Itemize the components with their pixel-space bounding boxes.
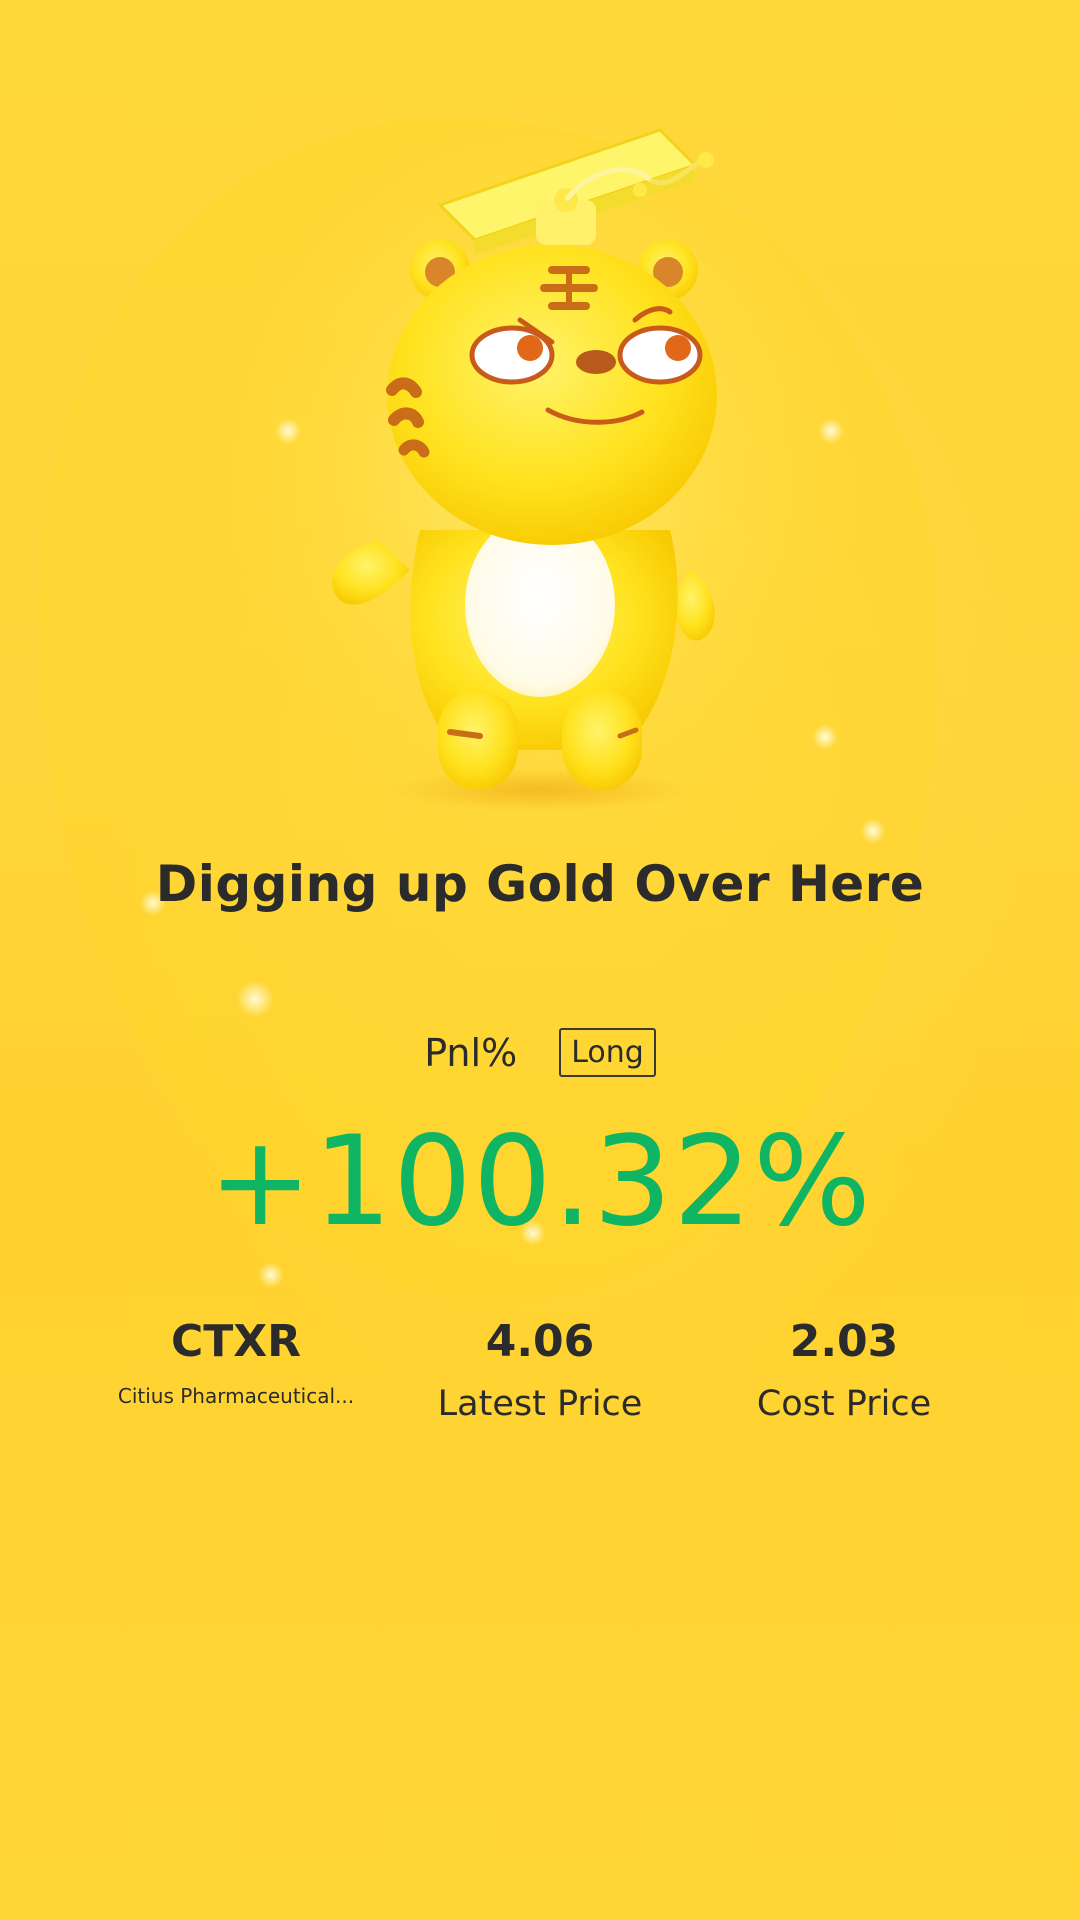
sparkle-decoration [812,724,838,750]
position-side-badge: Long [559,1028,656,1077]
sparkle-decoration [236,980,274,1018]
latest-price-value: 4.06 [485,1316,595,1367]
ticker-symbol: CTXR [170,1316,302,1367]
latest-price-label: Latest Price [437,1384,643,1424]
pnl-label: Pnl% [424,1030,518,1075]
cost-price-value: 2.03 [789,1316,899,1367]
sparkle-decoration [860,818,886,844]
pnl-header: Pnl% Long [0,1028,1080,1077]
sparkle-decoration [818,418,844,444]
cost-price-label: Cost Price [756,1384,932,1424]
stat-latest-price: 4.06 Latest Price [390,1312,690,1424]
stat-cost-price: 2.03 Cost Price [694,1312,994,1424]
pnl-percentage-value: +100.32% [208,1110,872,1254]
stat-ticker: CTXR Citius Pharmaceutical... [86,1312,386,1408]
sparkle-decoration [258,1262,284,1288]
tiger-mascot-illustration [332,128,717,812]
company-name: Citius Pharmaceutical... [117,1384,355,1408]
headline-title: Digging up Gold Over Here [155,855,925,913]
